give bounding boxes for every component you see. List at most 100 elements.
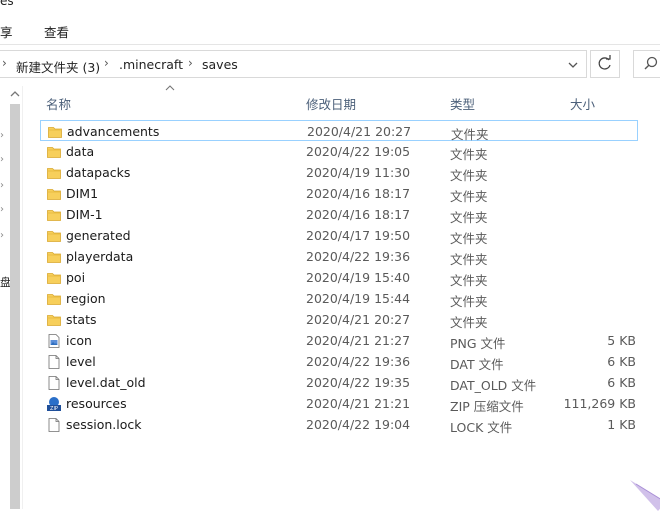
chevron-right-icon[interactable]: ›: [2, 56, 7, 70]
scrollbar-thumb[interactable]: [10, 104, 20, 509]
file-type: 文件夹: [450, 273, 488, 288]
file-type: ZIP 压缩文件: [450, 399, 524, 414]
sort-ascending-icon: [165, 85, 175, 91]
breadcrumb-minecraft[interactable]: .minecraft: [119, 57, 183, 72]
file-name: DIM1: [66, 186, 99, 201]
file-name: level: [66, 354, 96, 369]
file-row[interactable]: region 2020/4/19 15:44 文件夹: [40, 288, 638, 309]
file-modified-date: 2020/4/21 20:27: [307, 124, 412, 139]
file-size: 5 KB: [607, 333, 636, 348]
file-name: playerdata: [66, 249, 134, 264]
folder-icon: [47, 210, 61, 221]
file-list: advancements 2020/4/21 20:27 文件夹 data 2020/4…: [40, 120, 640, 440]
file-size: 6 KB: [607, 354, 636, 369]
column-header-type[interactable]: 类型: [450, 94, 475, 113]
address-bar[interactable]: › 新建文件夹 (3) › .minecraft › saves: [0, 50, 587, 78]
file-row[interactable]: stats 2020/4/21 20:27 文件夹: [40, 309, 638, 330]
chevron-right-icon[interactable]: ›: [0, 180, 4, 191]
file-name: data: [66, 144, 95, 159]
file-name: DIM-1: [66, 207, 103, 222]
file-row[interactable]: DIM1 2020/4/16 18:17 文件夹: [40, 183, 638, 204]
chevron-down-icon[interactable]: [563, 55, 583, 75]
file-row[interactable]: data 2020/4/22 19:05 文件夹: [40, 141, 638, 162]
file-row[interactable]: session.lock 2020/4/22 19:04 LOCK 文件 1 KB: [40, 414, 638, 435]
refresh-button[interactable]: [590, 50, 620, 78]
file-modified-date: 2020/4/16 18:17: [306, 186, 411, 201]
file-type: 文件夹: [450, 252, 488, 267]
chevron-right-icon[interactable]: ›: [104, 56, 109, 70]
breadcrumb-saves[interactable]: saves: [202, 57, 238, 72]
ribbon-tab-view[interactable]: 查看: [44, 22, 69, 41]
file-row[interactable]: level 2020/4/22 19:36 DAT 文件 6 KB: [40, 351, 638, 372]
file-modified-date: 2020/4/21 20:27: [306, 312, 411, 327]
file-icon: [48, 355, 60, 369]
file-type: DAT 文件: [450, 357, 504, 372]
folder-icon: [47, 189, 61, 200]
file-modified-date: 2020/4/21 21:27: [306, 333, 411, 348]
file-row[interactable]: ZIP resources 2020/4/21 21:21 ZIP 压缩文件 111,2…: [40, 393, 638, 414]
file-name: icon: [66, 333, 92, 348]
folder-icon: [47, 294, 61, 305]
file-row[interactable]: poi 2020/4/19 15:40 文件夹: [40, 267, 638, 288]
column-header-date[interactable]: 修改日期: [306, 94, 356, 113]
search-input[interactable]: [633, 50, 660, 78]
file-row[interactable]: playerdata 2020/4/22 19:36 文件夹: [40, 246, 638, 267]
file-modified-date: 2020/4/22 19:05: [306, 144, 411, 159]
folder-icon: [47, 273, 61, 284]
file-name: region: [66, 291, 106, 306]
file-name: resources: [66, 396, 127, 411]
file-type: 文件夹: [450, 315, 488, 330]
file-row[interactable]: advancements 2020/4/21 20:27 文件夹: [40, 120, 638, 142]
file-modified-date: 2020/4/19 15:40: [306, 270, 411, 285]
column-header-size[interactable]: 大小: [570, 94, 595, 113]
file-size: 6 KB: [607, 375, 636, 390]
file-row[interactable]: DIM-1 2020/4/16 18:17 文件夹: [40, 204, 638, 225]
file-modified-date: 2020/4/19 11:30: [306, 165, 411, 180]
file-name: datapacks: [66, 165, 131, 180]
scroll-up-icon[interactable]: [9, 88, 21, 100]
ribbon: 享 查看: [0, 0, 660, 45]
zip-file-icon: ZIP: [47, 397, 61, 412]
file-modified-date: 2020/4/21 21:21: [306, 396, 411, 411]
chevron-right-icon[interactable]: ›: [0, 204, 4, 215]
file-name: poi: [66, 270, 86, 285]
file-icon: [48, 376, 60, 390]
file-row[interactable]: datapacks 2020/4/19 11:30 文件夹: [40, 162, 638, 183]
file-modified-date: 2020/4/22 19:36: [306, 354, 411, 369]
file-modified-date: 2020/4/17 19:50: [306, 228, 411, 243]
column-header-name[interactable]: 名称: [46, 94, 71, 113]
svg-text:ZIP: ZIP: [50, 406, 58, 412]
file-type: 文件夹: [450, 189, 488, 204]
file-type: 文件夹: [450, 294, 488, 309]
image-file-icon: [48, 334, 60, 348]
file-type: PNG 文件: [450, 336, 506, 351]
folder-icon: [47, 168, 61, 179]
file-type: 文件夹: [450, 210, 488, 225]
file-type: 文件夹: [450, 231, 488, 246]
file-size: 111,269 KB: [563, 396, 636, 411]
folder-icon: [47, 231, 61, 242]
file-type: 文件夹: [450, 168, 488, 183]
corner-decoration: [630, 480, 660, 511]
folder-icon: [47, 315, 61, 326]
file-row[interactable]: level.dat_old 2020/4/22 19:35 DAT_OLD 文件 6 …: [40, 372, 638, 393]
file-modified-date: 2020/4/22 19:36: [306, 249, 411, 264]
folder-icon: [47, 252, 61, 263]
chevron-right-icon[interactable]: ›: [0, 230, 4, 241]
chevron-right-icon[interactable]: ›: [188, 56, 193, 70]
file-modified-date: 2020/4/19 15:44: [306, 291, 411, 306]
file-icon: [48, 418, 60, 432]
breadcrumb-folder[interactable]: 新建文件夹 (3): [16, 57, 100, 76]
file-type: LOCK 文件: [450, 420, 513, 435]
file-type: DAT_OLD 文件: [450, 378, 537, 393]
chevron-right-icon[interactable]: ›: [0, 130, 4, 141]
file-name: advancements: [67, 124, 160, 139]
chevron-right-icon[interactable]: ›: [0, 154, 4, 165]
search-icon: [644, 56, 658, 70]
ribbon-tab-share[interactable]: 享: [0, 22, 13, 41]
file-name: stats: [66, 312, 97, 327]
file-row[interactable]: generated 2020/4/17 19:50 文件夹: [40, 225, 638, 246]
file-row[interactable]: icon 2020/4/21 21:27 PNG 文件 5 KB: [40, 330, 638, 351]
file-size: 1 KB: [607, 417, 636, 432]
refresh-icon: [598, 55, 611, 70]
